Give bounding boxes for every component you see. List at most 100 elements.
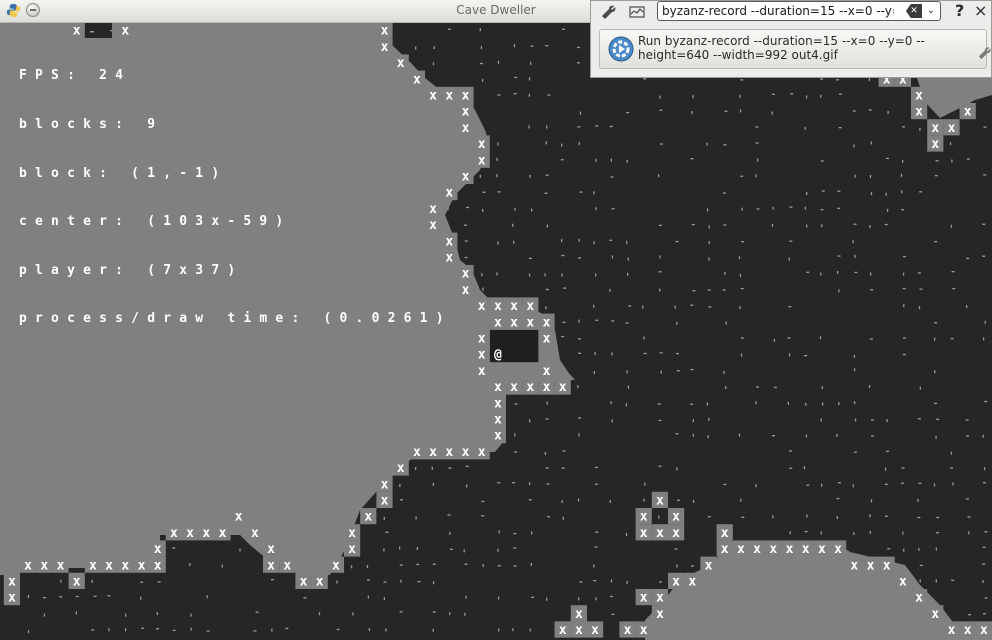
chart-icon[interactable] [629, 4, 645, 20]
command-input[interactable] [657, 1, 941, 21]
floor-speck [722, 289, 726, 291]
floor-speck [902, 159, 904, 163]
wall-glyph: x [559, 380, 567, 395]
chevron-down-icon[interactable]: ⌄ [924, 4, 938, 18]
floor-speck [545, 45, 549, 47]
run-command-label: Run byzanz-record --duration=15 --x=0 --… [638, 34, 925, 62]
floor-speck [385, 628, 387, 632]
floor-speck [336, 580, 338, 584]
wall-glyph: x [672, 575, 680, 590]
wall-glyph: x [267, 558, 275, 573]
floor-speck [934, 175, 938, 177]
floor-speck [982, 223, 986, 225]
close-button[interactable]: × [974, 1, 988, 20]
help-button[interactable]: ? [955, 1, 969, 20]
floor-speck [725, 321, 727, 325]
floor-speck [869, 174, 872, 178]
floor-speck [755, 386, 759, 388]
wall-glyph: x [478, 137, 486, 152]
floor-speck [836, 516, 839, 520]
wall-glyph: x [170, 526, 178, 541]
floor-speck [836, 497, 840, 500]
floor-speck [918, 547, 920, 551]
floor-speck [658, 465, 662, 467]
floor-speck [658, 174, 660, 178]
floor-speck [982, 546, 986, 548]
floor-speck [512, 628, 514, 632]
floor-speck [255, 611, 259, 613]
floor-speck [950, 451, 953, 455]
floor-speck [498, 530, 500, 534]
floor-speck [432, 482, 434, 486]
floor-speck [951, 579, 955, 581]
floor-speck [528, 93, 531, 97]
floor-speck [804, 206, 807, 210]
floor-speck [966, 257, 970, 260]
floor-speck [966, 158, 970, 160]
floor-speck [822, 402, 824, 406]
hud-block: block: (1,-1) [19, 165, 228, 181]
floor-speck [206, 595, 208, 599]
floor-speck [464, 240, 468, 242]
wall-glyph: x [753, 542, 761, 557]
floor-speck [936, 516, 940, 519]
floor-speck [982, 482, 986, 484]
floor-speck [740, 498, 742, 502]
floor-speck [675, 240, 679, 243]
floor-speck [984, 400, 988, 403]
floor-speck [690, 158, 694, 160]
floor-speck [528, 499, 532, 501]
floor-speck [530, 562, 532, 566]
floor-speck [900, 482, 904, 484]
floor-speck [805, 95, 808, 99]
wall-glyph: x [413, 445, 421, 460]
floor-speck [140, 581, 144, 583]
floor-speck [691, 111, 693, 115]
floor-speck [595, 207, 597, 211]
floor-speck [463, 224, 467, 226]
floor-speck [271, 628, 273, 632]
floor-speck [983, 174, 987, 176]
floor-speck [772, 515, 774, 519]
floor-speck [610, 579, 613, 583]
floor-speck [903, 548, 905, 552]
floor-speck [562, 450, 566, 452]
floor-speck [368, 628, 371, 632]
floor-speck [740, 79, 744, 81]
floor-speck [738, 433, 741, 437]
floor-speck [690, 403, 694, 405]
floor-speck [156, 612, 159, 616]
floor-speck [497, 565, 501, 567]
floor-speck [578, 597, 580, 601]
wall-glyph: x [348, 542, 356, 557]
floor-speck [611, 255, 614, 259]
floor-speck [514, 403, 518, 405]
wrench-icon[interactable] [601, 4, 617, 20]
wrench-icon[interactable] [978, 46, 992, 60]
wall-glyph: x [769, 542, 777, 557]
floor-speck [27, 595, 30, 599]
run-command-result[interactable]: Run byzanz-record --duration=15 --x=0 --… [599, 29, 991, 69]
floor-speck [463, 549, 465, 553]
floor-speck [60, 579, 62, 583]
wall-glyph: x [186, 526, 194, 541]
wall-glyph: x [494, 396, 502, 411]
floor-speck [820, 94, 822, 98]
floor-speck [707, 516, 711, 518]
floor-speck [968, 531, 970, 535]
wall-glyph: x [445, 445, 453, 460]
floor-speck [690, 565, 694, 567]
floor-speck [531, 596, 535, 598]
floor-speck [529, 174, 531, 178]
floor-speck [692, 433, 695, 437]
floor-speck [643, 498, 645, 502]
wall-glyph: x [348, 526, 356, 541]
wall-glyph: x [948, 623, 956, 638]
floor-speck [561, 273, 563, 277]
wall-glyph: x [915, 591, 923, 606]
floor-speck [982, 337, 985, 341]
floor-speck [189, 563, 191, 567]
wall-glyph: x [154, 542, 162, 557]
floor-speck [690, 368, 694, 371]
floor-speck [804, 530, 808, 533]
